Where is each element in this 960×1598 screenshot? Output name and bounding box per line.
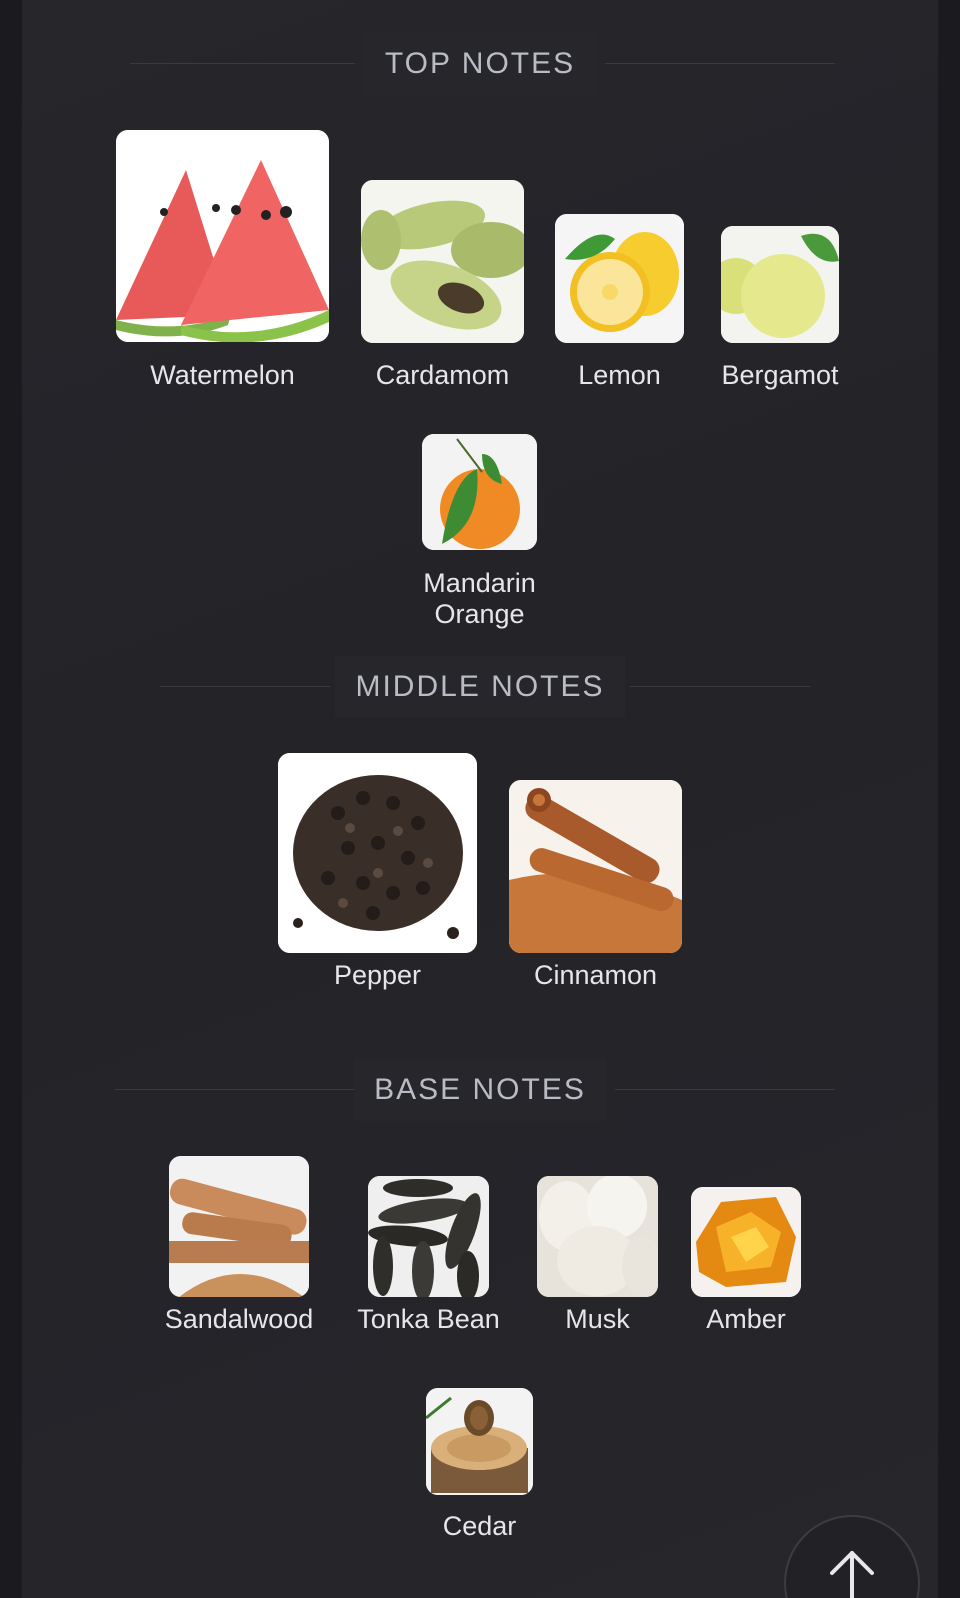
note-label: Tonka Bean	[357, 1304, 500, 1334]
note-label: Amber	[706, 1304, 786, 1334]
mandarin-orange-image	[422, 434, 537, 550]
divider-left	[115, 1089, 355, 1090]
cinnamon-image	[509, 780, 682, 953]
note-label: Lemon	[578, 360, 661, 390]
note-label: Watermelon	[150, 360, 295, 390]
note-label: Bergamot	[721, 360, 839, 390]
amber-image	[691, 1187, 801, 1297]
note-label: Pepper	[333, 960, 422, 990]
lemon-image	[555, 214, 684, 343]
page: TOP NOTES Watermelon Cardamom Lemon Berg…	[0, 0, 960, 1598]
note-label: Cedar	[442, 1511, 517, 1541]
top-notes-title: TOP NOTES	[364, 33, 596, 95]
musk-image	[537, 1176, 658, 1297]
tonka-bean-image	[368, 1176, 489, 1297]
divider-right	[605, 63, 835, 64]
note-label: Cinnamon	[533, 960, 658, 990]
pepper-image	[278, 753, 477, 953]
divider-right	[630, 686, 810, 687]
note-label: Mandarin Orange	[423, 568, 536, 629]
divider-right	[615, 1089, 835, 1090]
cardamom-image	[361, 180, 524, 343]
note-label: Musk	[565, 1304, 630, 1334]
top-notes-heading: TOP NOTES	[0, 33, 960, 95]
base-notes-title: BASE NOTES	[354, 1059, 606, 1121]
cedar-image	[426, 1388, 533, 1495]
note-label: Sandalwood	[164, 1304, 314, 1334]
watermelon-image	[116, 130, 329, 342]
divider-left	[160, 686, 330, 687]
middle-notes-heading: MIDDLE NOTES	[0, 656, 960, 718]
sandalwood-image	[169, 1156, 309, 1297]
middle-notes-title: MIDDLE NOTES	[335, 656, 625, 718]
arrow-up-icon	[826, 1547, 878, 1598]
divider-left	[130, 63, 355, 64]
note-label: Cardamom	[375, 360, 510, 390]
bergamot-image	[721, 226, 839, 343]
base-notes-heading: BASE NOTES	[0, 1059, 960, 1121]
